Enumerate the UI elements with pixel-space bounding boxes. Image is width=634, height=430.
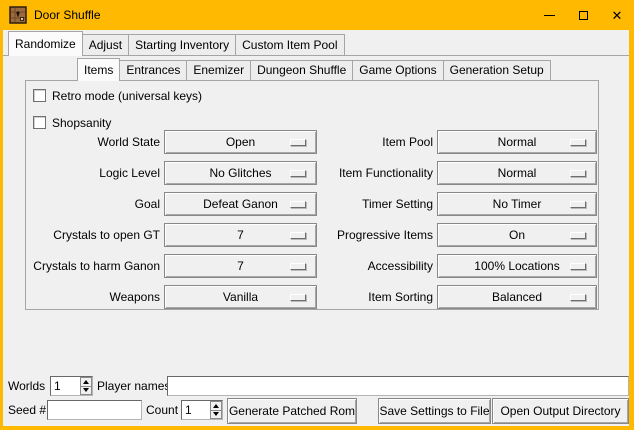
- seed-label: Seed #: [8, 400, 46, 420]
- count-value: 1: [182, 401, 210, 419]
- timer-setting-dropdown[interactable]: No Timer: [437, 192, 597, 216]
- item-sorting-value: Balanced: [492, 290, 542, 304]
- dropdown-indicator-icon: [570, 232, 586, 239]
- sub-tab-bar: Items Entrances Enemizer Dungeon Shuffle…: [77, 57, 551, 80]
- logic-level-value: No Glitches: [209, 166, 271, 180]
- tab-entrances[interactable]: Entrances: [119, 60, 187, 80]
- weapons-dropdown[interactable]: Vanilla: [164, 285, 317, 309]
- worlds-spin-up-button[interactable]: [80, 377, 92, 387]
- tab-items[interactable]: Items: [77, 58, 120, 81]
- dropdown-indicator-icon: [570, 139, 586, 146]
- maximize-icon: [579, 11, 588, 20]
- item-pool-label: Item Pool: [300, 130, 433, 154]
- goal-label: Goal: [30, 192, 160, 216]
- shopsanity-checkbox-row: Shopsanity: [33, 115, 111, 130]
- tab-enemizer[interactable]: Enemizer: [186, 60, 251, 80]
- tab-dungeon-shuffle[interactable]: Dungeon Shuffle: [250, 60, 353, 80]
- seed-input[interactable]: [47, 400, 142, 420]
- dropdown-indicator-icon: [570, 201, 586, 208]
- weapons-value: Vanilla: [223, 290, 258, 304]
- open-output-directory-button[interactable]: Open Output Directory: [492, 398, 629, 424]
- tab-generation-setup[interactable]: Generation Setup: [443, 60, 551, 80]
- title-bar: Door Shuffle ✕: [0, 0, 634, 30]
- item-pool-value: Normal: [498, 135, 537, 149]
- window-title: Door Shuffle: [34, 8, 101, 22]
- count-label: Count: [146, 400, 178, 420]
- generate-patched-rom-button[interactable]: Generate Patched Rom: [227, 398, 357, 424]
- goal-value: Defeat Ganon: [203, 197, 278, 211]
- close-button[interactable]: ✕: [600, 0, 634, 30]
- crystals-gt-label: Crystals to open GT: [30, 223, 160, 247]
- minimize-button[interactable]: [532, 0, 566, 30]
- worlds-value: 1: [51, 377, 80, 395]
- dropdown-indicator-icon: [570, 263, 586, 270]
- timer-setting-label: Timer Setting: [300, 192, 433, 216]
- window-body: Randomize Adjust Starting Inventory Cust…: [3, 30, 629, 426]
- arrow-up-icon: [213, 404, 219, 408]
- logic-level-label: Logic Level: [30, 161, 160, 185]
- progressive-items-value: On: [509, 228, 525, 242]
- world-state-value: Open: [226, 135, 255, 149]
- arrow-down-icon: [213, 412, 219, 416]
- player-names-label: Player names: [97, 376, 170, 396]
- crystals-ganon-label: Crystals to harm Ganon: [30, 254, 160, 278]
- app-window: Door Shuffle ✕ Randomize Adjust Starting…: [0, 0, 634, 430]
- crystals-ganon-dropdown[interactable]: 7: [164, 254, 317, 278]
- worlds-spin-down-button[interactable]: [80, 387, 92, 396]
- item-pool-dropdown[interactable]: Normal: [437, 130, 597, 154]
- tab-adjust[interactable]: Adjust: [82, 34, 129, 55]
- goal-dropdown[interactable]: Defeat Ganon: [164, 192, 317, 216]
- item-functionality-dropdown[interactable]: Normal: [437, 161, 597, 185]
- tab-custom-item-pool[interactable]: Custom Item Pool: [235, 34, 344, 55]
- world-state-label: World State: [30, 130, 160, 154]
- minimize-icon: [544, 15, 555, 16]
- crystals-gt-value: 7: [237, 228, 244, 242]
- accessibility-dropdown[interactable]: 100% Locations: [437, 254, 597, 278]
- item-functionality-value: Normal: [498, 166, 537, 180]
- retro-mode-checkbox-row: Retro mode (universal keys): [33, 88, 202, 103]
- shopsanity-checkbox[interactable]: [33, 116, 46, 129]
- accessibility-label: Accessibility: [300, 254, 433, 278]
- dropdown-indicator-icon: [570, 170, 586, 177]
- save-settings-button[interactable]: Save Settings to File: [378, 398, 491, 424]
- tab-randomize[interactable]: Randomize: [8, 31, 83, 56]
- door-icon: [9, 6, 27, 24]
- tab-game-options[interactable]: Game Options: [352, 60, 443, 80]
- crystals-gt-dropdown[interactable]: 7: [164, 223, 317, 247]
- tab-starting-inventory[interactable]: Starting Inventory: [128, 34, 236, 55]
- main-tab-bar: Randomize Adjust Starting Inventory Cust…: [3, 30, 629, 56]
- player-names-input[interactable]: [167, 376, 629, 396]
- item-sorting-label: Item Sorting: [300, 285, 433, 309]
- item-sorting-dropdown[interactable]: Balanced: [437, 285, 597, 309]
- progressive-items-label: Progressive Items: [300, 223, 433, 247]
- accessibility-value: 100% Locations: [474, 259, 559, 273]
- weapons-label: Weapons: [30, 285, 160, 309]
- crystals-ganon-value: 7: [237, 259, 244, 273]
- timer-setting-value: No Timer: [493, 197, 542, 211]
- worlds-label: Worlds: [8, 376, 45, 396]
- arrow-down-icon: [83, 388, 89, 392]
- world-state-dropdown[interactable]: Open: [164, 130, 317, 154]
- maximize-button[interactable]: [566, 0, 600, 30]
- count-spinner[interactable]: 1: [181, 400, 223, 420]
- count-spin-down-button[interactable]: [210, 411, 222, 420]
- dropdown-indicator-icon: [570, 294, 586, 301]
- retro-mode-checkbox[interactable]: [33, 89, 46, 102]
- count-spin-up-button[interactable]: [210, 401, 222, 411]
- worlds-spinner[interactable]: 1: [50, 376, 93, 396]
- shopsanity-label: Shopsanity: [52, 116, 111, 130]
- logic-level-dropdown[interactable]: No Glitches: [164, 161, 317, 185]
- retro-mode-label: Retro mode (universal keys): [52, 89, 202, 103]
- close-icon: ✕: [612, 9, 623, 22]
- progressive-items-dropdown[interactable]: On: [437, 223, 597, 247]
- item-functionality-label: Item Functionality: [300, 161, 433, 185]
- arrow-up-icon: [83, 380, 89, 384]
